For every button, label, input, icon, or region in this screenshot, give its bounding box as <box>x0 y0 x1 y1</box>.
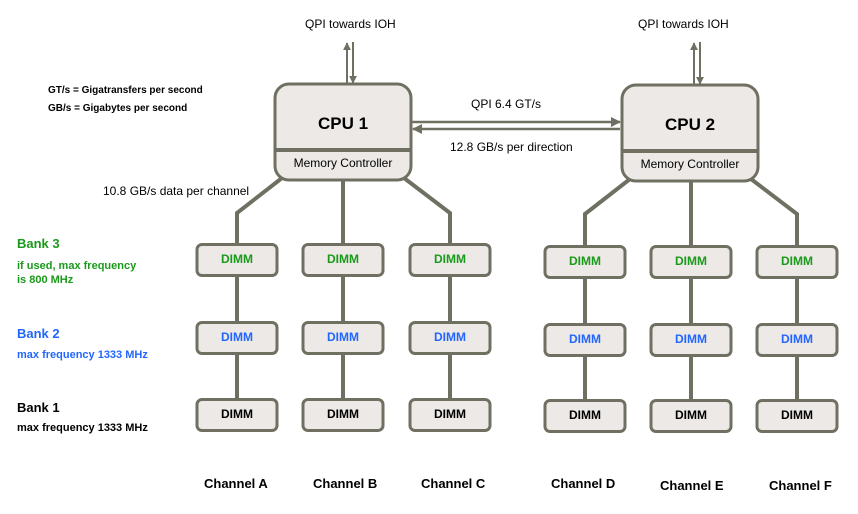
dimm-label-channel-f-bank1: DIMM <box>781 408 813 422</box>
qpi-bandwidth-label: 12.8 GB/s per direction <box>450 140 573 154</box>
dimm-label-channel-e-bank1: DIMM <box>675 408 707 422</box>
cpu1-title: CPU 1 <box>317 114 369 133</box>
channel-b-label: Channel B <box>313 476 378 491</box>
cpu1-ioh-label: QPI towards IOH <box>305 17 396 31</box>
boxes <box>195 82 839 433</box>
dimm-label-channel-b-bank3: DIMM <box>327 252 359 266</box>
dimm-label-channel-d-bank3: DIMM <box>569 254 601 268</box>
dimm-label-channel-a-bank3: DIMM <box>221 252 253 266</box>
bank3-desc-line2: is 800 MHz <box>17 274 74 286</box>
channel-d-label: Channel D <box>551 476 616 491</box>
cpu2-ioh-label: QPI towards IOH <box>638 17 729 31</box>
channel-f-controller-link <box>749 177 799 247</box>
dimm-label-channel-c-bank3: DIMM <box>434 252 466 266</box>
dimm-label-channel-e-bank2: DIMM <box>675 332 707 346</box>
channel-f-label: Channel F <box>769 478 832 493</box>
qpi-speed-label: QPI 6.4 GT/s <box>471 97 542 111</box>
bank2-desc: max frequency 1333 MHz <box>17 349 148 361</box>
cpu1-memory-controller: Memory Controller <box>293 156 393 170</box>
dimm-label-channel-b-bank2: DIMM <box>327 330 359 344</box>
bank3-title: Bank 3 <box>17 236 60 251</box>
dimm-label-channel-e-bank3: DIMM <box>675 254 707 268</box>
channel-e-label: Channel E <box>660 478 724 493</box>
dimm-label-channel-f-bank2: DIMM <box>781 332 813 346</box>
dimm-label-channel-b-bank1: DIMM <box>327 407 359 421</box>
bank3-desc-line1: if used, max frequency <box>17 260 137 272</box>
dimm-label-channel-c-bank2: DIMM <box>434 330 466 344</box>
channel-c-controller-link <box>402 176 452 245</box>
bank2-title: Bank 2 <box>17 326 60 341</box>
cpu2-memory-controller: Memory Controller <box>640 157 740 171</box>
dimm-label-channel-a-bank2: DIMM <box>221 330 253 344</box>
channel-a-label: Channel A <box>204 476 268 491</box>
cpu2-title: CPU 2 <box>664 115 716 134</box>
dimm-label-channel-f-bank3: DIMM <box>781 254 813 268</box>
channel-bandwidth-label: 10.8 GB/s data per channel <box>103 184 250 198</box>
dimm-label-channel-d-bank2: DIMM <box>569 332 601 346</box>
dimm-label-channel-d-bank1: DIMM <box>569 408 601 422</box>
channel-d-controller-link <box>583 177 632 247</box>
channel-c-label: Channel C <box>421 476 486 491</box>
legend-gb: GB/s = Gigabytes per second <box>48 103 188 114</box>
bank1-title: Bank 1 <box>17 400 60 415</box>
bank1-desc: max frequency 1333 MHz <box>17 422 148 434</box>
legend-gt: GT/s = Gigatransfers per second <box>48 85 203 96</box>
dimm-label-channel-c-bank1: DIMM <box>434 407 466 421</box>
dimm-label-channel-a-bank1: DIMM <box>221 407 253 421</box>
